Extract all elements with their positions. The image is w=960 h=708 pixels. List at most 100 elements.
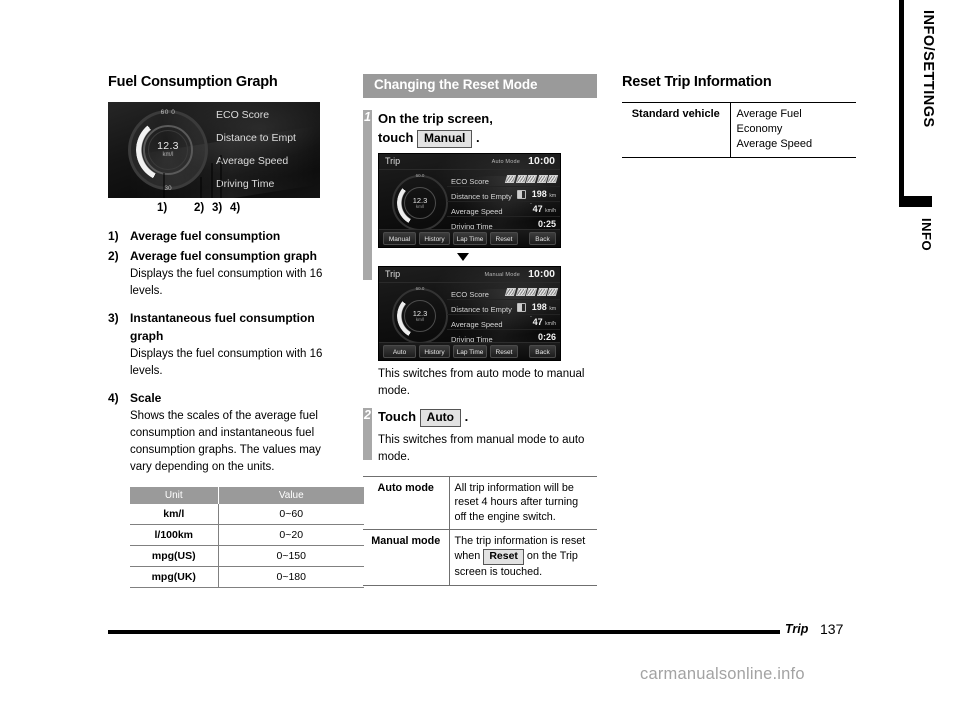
trip-screen-button-bar: Auto History Lap Time Reset Back <box>379 342 560 361</box>
manual-page: Fuel Consumption Graph 60 0 12.3 km/l 30… <box>0 0 960 708</box>
fuel-dial: 60 0 12.3 km/l 30 <box>126 108 210 192</box>
trip-screen-manual-mode: Trip Manual Mode 10:00 60.0 12.3 km/l 30… <box>378 266 561 362</box>
row-value-number: 47 <box>532 317 543 328</box>
table-row: Auto mode All trip information will be r… <box>363 476 597 531</box>
side-tab-section-label: INFO/SETTINGS <box>920 10 936 128</box>
page-title: Fuel Consumption Graph <box>108 74 278 90</box>
cell-mode-description: The trip information is reset when Reset… <box>449 529 597 587</box>
dial-unit: km/l <box>162 152 174 159</box>
side-tab-vertical-rule <box>899 0 904 200</box>
trip-fuel-dial: 60.0 12.3 km/l 30 <box>391 173 449 234</box>
row-value-number: 198 <box>531 302 547 313</box>
row-value-unit: km <box>549 193 556 200</box>
list-item: 2) Average fuel consumption graph Displa… <box>108 248 342 308</box>
table-row: mpg(US) 0~150 <box>130 545 364 568</box>
gauge-menu-item: Average Speed <box>216 155 289 168</box>
cell-unit: mpg(US) <box>130 545 218 568</box>
cell-unit: mpg(UK) <box>130 566 218 589</box>
callout-number-4: 4) <box>230 202 241 215</box>
trip-button-history[interactable]: History <box>419 345 450 359</box>
step-1-description: This switches from auto mode to manual m… <box>378 368 585 397</box>
trip-button-back[interactable]: Back <box>529 232 556 246</box>
trip-button-back[interactable]: Back <box>529 345 556 359</box>
right-column: Reset Trip Information Standard vehicle … <box>622 74 856 158</box>
trip-row-distance-to-empty: Distance to Empty . 198 km <box>447 187 560 206</box>
trip-button-history[interactable]: History <box>419 232 450 246</box>
trip-screen-title: Trip <box>385 156 401 167</box>
trip-info-rows: ECO Score Distance to Empty . 198 km Ave… <box>447 172 560 232</box>
step-2-title-suffix: . <box>464 408 469 424</box>
cell-mode-name: Auto mode <box>363 476 450 531</box>
cell-vehicle-type: Standard vehicle <box>622 102 731 158</box>
item-number: 4) <box>108 391 119 406</box>
trip-info-rows: ECO Score Distance to Empty . 198 km Ave… <box>447 285 560 345</box>
list-item: 4) Scale Shows the scales of the average… <box>108 390 342 484</box>
table-row: Standard vehicle Average Fuel Economy Av… <box>622 102 856 158</box>
callout-number-2: 2) <box>194 202 205 215</box>
item-description: Displays the fuel consumption with 16 le… <box>130 347 323 377</box>
trip-row-average-speed: Average Speed 47 km/h <box>447 315 560 331</box>
cell-value: 0~20 <box>217 524 364 547</box>
item-number: 1) <box>108 229 119 244</box>
trip-screen-auto-mode: Trip Auto Mode 10:00 60.0 12.3 km/l 30 E… <box>378 153 561 249</box>
gauge-menu-item: ECO Score <box>216 109 270 122</box>
auto-button-keycap[interactable]: Auto <box>419 408 461 428</box>
cell-unit: km/l <box>130 504 218 526</box>
section-heading-reset-trip-information: Reset Trip Information <box>622 74 772 90</box>
item-term: Average fuel consumption <box>130 229 281 244</box>
step-1-bar <box>363 109 372 280</box>
item-term: Instantaneous fuel consumption graph <box>130 311 315 343</box>
footer-rule <box>108 630 780 634</box>
cell-mode-name: Manual mode <box>363 529 450 587</box>
page-number: 137 <box>820 621 844 637</box>
manual-button-keycap[interactable]: Manual <box>417 129 473 149</box>
footer-chapter: Trip <box>785 622 809 636</box>
trip-row-eco-score: ECO Score <box>447 172 560 188</box>
eco-score-flags-icon <box>504 288 559 297</box>
table-row: Manual mode The trip information is rese… <box>363 529 597 587</box>
row-value-number: 198 <box>531 189 547 200</box>
cell-value: 0~180 <box>217 566 364 589</box>
step-2-description: This switches from manual mode to auto m… <box>378 434 585 463</box>
trip-button-reset[interactable]: Reset <box>490 345 518 359</box>
trip-button-lap-time[interactable]: Lap Time <box>453 232 487 246</box>
cell-reset-items: Average Fuel Economy Average Speed <box>730 102 856 158</box>
step-2: 2 Touch Auto . This switches from manual… <box>363 407 597 466</box>
dial-unit: km/l <box>415 204 425 210</box>
eco-score-flags-icon <box>504 175 559 184</box>
reset-trip-information-table: Standard vehicle Average Fuel Economy Av… <box>622 102 856 158</box>
trip-button-auto[interactable]: Auto <box>383 345 416 359</box>
trip-screen-button-bar: Manual History Lap Time Reset Back <box>379 229 560 248</box>
fuel-graph-legend-list: 1) Average fuel consumption 2) Average f… <box>108 228 342 484</box>
left-column: Fuel Consumption Graph 60 0 12.3 km/l 30… <box>108 74 364 589</box>
fuel-pump-icon <box>517 303 526 313</box>
arrow-down-icon <box>457 253 469 262</box>
reset-item-1: Average Fuel Economy <box>736 108 802 136</box>
row-value-unit: km/h <box>545 321 556 328</box>
reset-button-keycap[interactable]: Reset <box>483 548 524 566</box>
gauge-menu-list: ECO Score Distance to Empt Average Speed… <box>216 104 320 196</box>
trip-button-lap-time[interactable]: Lap Time <box>453 345 487 359</box>
section-title: Changing the Reset Mode <box>363 74 597 98</box>
callout-number-1: 1) <box>157 202 168 215</box>
middle-column: Changing the Reset Mode 1 On the trip sc… <box>363 74 597 587</box>
reset-item-2: Average Speed <box>736 138 813 151</box>
row-label: ECO Score <box>451 177 489 187</box>
list-item: 3) Instantaneous fuel consumption graph … <box>108 310 342 388</box>
step-2-title-prefix: Touch <box>378 408 417 424</box>
step-1-title-line1: On the trip screen, <box>378 110 493 126</box>
dial-scale-max: 60.0 <box>415 173 425 179</box>
trip-button-manual[interactable]: Manual <box>383 232 416 246</box>
trip-button-reset[interactable]: Reset <box>490 232 518 246</box>
column-header-value: Value <box>217 487 364 505</box>
step-1: 1 On the trip screen, touch Manual . Tri… <box>363 109 597 400</box>
fuel-consumption-graph-image: 60 0 12.3 km/l 30 ECO Score Distance to … <box>108 102 320 199</box>
gauge-menu-item: Distance to Empt <box>216 132 296 145</box>
fuel-pump-icon <box>517 190 526 200</box>
trip-row-average-speed: Average Speed 47 km/h <box>447 202 560 218</box>
dial-scale-bottom: 30 <box>164 185 172 193</box>
trip-screen-mode-label: Auto Mode <box>491 159 520 166</box>
item-term: Scale <box>130 391 162 406</box>
trip-screen-clock: 10:00 <box>528 155 555 168</box>
step-2-number: 2 <box>364 407 371 422</box>
